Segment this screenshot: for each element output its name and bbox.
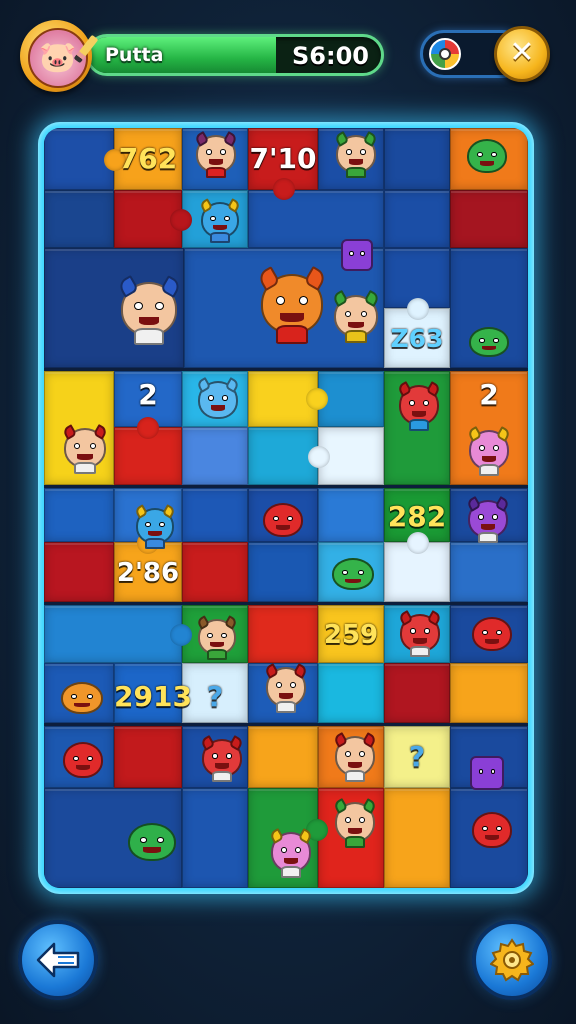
board-divider [44, 485, 528, 488]
character-green-frog[interactable] [124, 818, 180, 866]
back-arrow-icon [36, 942, 80, 978]
player-name: Putta [105, 44, 164, 66]
puzzle-piece[interactable] [248, 726, 318, 788]
gear-icon [490, 938, 534, 982]
puzzle-piece[interactable] [114, 417, 182, 485]
piece-number: Z63 [390, 324, 444, 353]
puzzle-piece[interactable] [318, 663, 384, 723]
back-button[interactable] [18, 920, 98, 1000]
puzzle-piece[interactable] [318, 488, 384, 542]
puzzle-piece[interactable] [114, 726, 182, 788]
puzzle-piece[interactable] [384, 190, 450, 248]
puzzle-piece[interactable] [182, 542, 248, 602]
player-avatar[interactable]: 🐷 [20, 20, 99, 92]
piece-number: 2 [479, 378, 499, 411]
character-red-bird[interactable] [468, 808, 516, 852]
character-red-bird[interactable] [260, 500, 306, 540]
character-blue-imp[interactable] [130, 498, 180, 554]
player-progress-bar: Putta S6:00 [86, 34, 384, 76]
puzzle-piece[interactable] [248, 371, 328, 427]
color-wheel-icon [429, 38, 461, 70]
puzzle-piece[interactable] [308, 427, 384, 485]
character-green-dragon[interactable] [328, 554, 378, 594]
puzzle-piece[interactable] [384, 788, 450, 888]
board-divider [44, 368, 528, 371]
character-blue-cat[interactable] [194, 376, 242, 424]
character-blue-helmet-warrior[interactable] [114, 274, 184, 345]
puzzle-piece[interactable] [450, 542, 528, 602]
character-red-cap-kid[interactable] [330, 728, 380, 784]
piece-number: 282 [387, 500, 447, 533]
character-red-cap-kid[interactable] [260, 658, 312, 716]
puzzle-piece[interactable] [44, 542, 114, 602]
character-red-bird[interactable] [60, 738, 106, 782]
puzzle-piece[interactable] [44, 190, 114, 248]
puzzle-piece[interactable] [44, 488, 114, 542]
character-pink-cat[interactable] [464, 422, 514, 478]
puzzle-piece[interactable] [248, 542, 318, 602]
puzzle-piece[interactable] [182, 488, 248, 542]
character-green-hood[interactable] [330, 288, 382, 344]
settings-button[interactable] [472, 920, 552, 1000]
character-purple-cube[interactable] [340, 238, 374, 272]
puzzle-piece[interactable] [114, 190, 192, 248]
character-leaf-kid[interactable] [194, 612, 240, 662]
character-red-bird[interactable] [468, 614, 516, 654]
piece-number: 762 [118, 142, 178, 175]
character-orange-hamster[interactable] [58, 678, 106, 718]
puzzle-board-frame: 762 7'10 Z63 2 2 282 2'86 259 2913 ? ? [38, 122, 534, 894]
character-blue-imp[interactable] [198, 198, 242, 244]
close-button[interactable]: ✕ [494, 26, 550, 82]
puzzle-piece[interactable] [248, 605, 318, 663]
character-green-hood[interactable] [330, 792, 380, 852]
character-green-dragon[interactable] [464, 136, 510, 176]
puzzle-piece[interactable] [384, 128, 450, 190]
puzzle-piece[interactable] [182, 788, 248, 888]
character-purple-cube[interactable] [468, 754, 506, 792]
puzzle-piece[interactable] [44, 605, 192, 663]
character-green-dragon[interactable] [464, 324, 514, 360]
character-orange-fox[interactable] [252, 264, 332, 345]
character-green-elf[interactable] [333, 130, 379, 179]
puzzle-piece[interactable] [384, 532, 450, 602]
character-red-devil[interactable] [394, 378, 444, 432]
mystery-piece[interactable]: ? [384, 740, 450, 773]
character-red-devil[interactable] [198, 732, 246, 784]
puzzle-board: 762 7'10 Z63 2 2 282 2'86 259 2913 ? ? [44, 128, 528, 888]
piece-number: 2913 [114, 680, 192, 713]
puzzle-piece[interactable] [384, 663, 450, 723]
puzzle-piece[interactable] [450, 190, 528, 248]
piece-number: 2 [138, 378, 158, 411]
character-red-devil[interactable] [396, 608, 444, 658]
board-divider [44, 602, 528, 605]
character-red-cap-kid[interactable] [58, 418, 112, 478]
piece-number: 259 [323, 620, 379, 650]
puzzle-piece[interactable] [182, 427, 248, 485]
mystery-piece[interactable]: ? [182, 680, 248, 713]
character-purple-devil[interactable] [464, 494, 512, 544]
piece-number: 7'10 [249, 142, 317, 175]
piece-number: 2'86 [116, 558, 180, 588]
timer-display: S6:00 [292, 42, 369, 70]
character-masked-kid[interactable] [193, 130, 239, 179]
board-divider [44, 723, 528, 726]
puzzle-piece[interactable] [450, 663, 528, 723]
character-pink-cat[interactable] [266, 822, 316, 882]
